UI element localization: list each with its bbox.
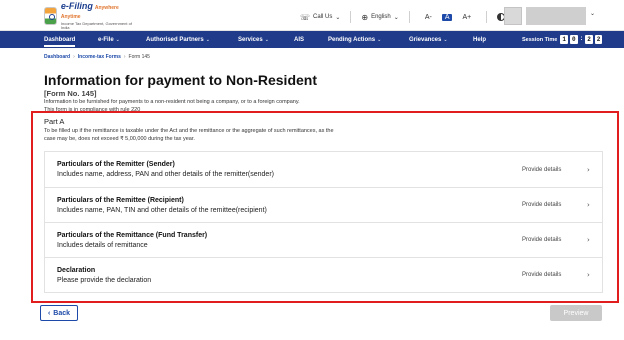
chevron-down-icon: ⌄ [335,13,341,21]
utility-bar: ☏ Call Us ⌄ ⊕ English ⌄ A- A A+ [300,9,506,25]
card-title: Particulars of the Remittee (Recipient) [57,196,184,204]
divider [408,11,410,23]
chevron-down-icon: ⌄ [115,36,120,43]
nav-label: AIS [294,36,305,43]
chevron-right-icon[interactable]: › [587,201,590,209]
session-label: Session Time [522,36,558,43]
language-label: English [371,14,391,20]
part-a-note: To be filled up if the remittance is tax… [44,128,334,134]
avatar[interactable] [504,7,522,25]
card-title: Particulars of the Remittance (Fund Tran… [57,231,208,239]
language-selector[interactable]: ⊕ English ⌄ [361,13,398,22]
breadcrumb: Dashboard › Income-tax Forms › Form 145 [44,54,150,60]
back-button[interactable]: ‹ Back [40,305,78,321]
divider [486,11,488,23]
nav-pending-actions[interactable]: Pending Actions ⌄ [328,31,381,48]
chevron-right-icon: › [123,54,126,60]
nav-efile[interactable]: e-File ⌄ [98,31,120,48]
chevron-down-icon: ⌄ [264,36,269,43]
font-decrease-button[interactable]: A- [425,14,432,21]
phone-icon: ☏ [300,12,311,22]
breadcrumb-income-tax-forms[interactable]: Income-tax Forms [78,54,121,60]
chevron-right-icon[interactable]: › [587,166,590,174]
part-a-title: Part A [44,117,65,126]
nav-label: Authorised Partners [146,36,204,43]
logo-title: e-Filing [60,1,93,11]
nav-label: Services [238,36,263,43]
remittee-card[interactable]: Particulars of the Remittee (Recipient) … [44,187,603,223]
card-title: Particulars of the Remitter (Sender) [57,161,175,168]
timer-digit: 2 [585,35,593,44]
back-label: Back [53,309,71,317]
page-description: Information to be furnished for payments… [44,99,300,105]
nav-grievances[interactable]: Grievances ⌄ [409,31,448,48]
form-number: [Form No. 145] [44,89,97,98]
chevron-down-icon[interactable]: ⌄ [590,10,595,17]
provide-details-link[interactable]: Provide details [522,237,561,243]
top-header: e-Filing Anywhere Anytime Income Tax Depa… [0,0,624,31]
call-us-button[interactable]: ☏ Call Us ⌄ [300,13,340,22]
nav-label: Dashboard [44,36,76,43]
nav-label: Pending Actions [328,36,376,43]
card-subtitle: Please provide the declaration [57,276,152,284]
card-subtitle: Includes details of remittance [57,241,148,249]
session-timer: Session Time 1 0 : 2 2 [522,31,603,48]
chevron-down-icon: ⌄ [393,13,399,21]
chevron-right-icon: › [73,54,75,60]
main-nav: Dashboard e-File ⌄ Authorised Partners ⌄ S… [0,31,624,48]
divider [350,11,352,23]
page-title: Information for payment to Non-Resident [44,72,317,88]
card-subtitle: Includes name, address, PAN and other de… [57,171,274,178]
logo-subtitle: Income Tax Department, Government of Ind… [60,21,132,30]
chevron-right-icon[interactable]: › [587,271,590,279]
provide-details-link[interactable]: Provide details [522,272,561,278]
declaration-card[interactable]: Declaration Please provide the declarati… [44,257,603,293]
provide-details-link[interactable]: Provide details [522,202,561,208]
card-title: Declaration [57,266,96,274]
nav-label: Help [473,36,487,43]
font-normal-button[interactable]: A [441,13,453,21]
remittance-card[interactable]: Particulars of the Remittance (Fund Tran… [44,222,603,258]
chevron-right-icon[interactable]: › [587,236,590,244]
globe-icon: ⊕ [361,12,369,22]
preview-button[interactable]: Preview [550,305,602,321]
nav-authorised-partners[interactable]: Authorised Partners ⌄ [146,31,210,48]
provide-details-link[interactable]: Provide details [522,167,561,173]
nav-label: Grievances [409,36,442,43]
efiling-logo[interactable]: e-Filing Anywhere Anytime Income Tax Depa… [44,2,134,30]
emblem-icon [44,7,57,25]
nav-services[interactable]: Services ⌄ [238,31,269,48]
part-a-note: case may be, does not exceed ₹ 5,00,000 … [44,136,195,142]
timer-digit: 0 [569,35,578,44]
timer-digit: 1 [560,35,568,44]
nav-dashboard[interactable]: Dashboard [44,31,76,48]
chevron-down-icon: ⌄ [205,36,210,43]
chevron-down-icon: ⌄ [443,36,448,43]
nav-help[interactable]: Help [473,31,486,48]
remitter-card[interactable]: Particulars of the Remitter (Sender) Inc… [44,151,603,188]
breadcrumb-dashboard[interactable]: Dashboard [44,54,70,60]
user-name-redacted[interactable] [526,7,586,25]
timer-digit: 2 [594,35,603,44]
chevron-left-icon: ‹ [47,309,51,317]
timer-colon: : [579,35,584,42]
breadcrumb-current: Form 145 [128,54,150,60]
chevron-down-icon: ⌄ [377,36,382,43]
card-subtitle: Includes name, PAN, TIN and other detail… [57,206,267,214]
nav-label: e-File [98,36,114,43]
call-us-label: Call Us [313,14,333,20]
nav-ais[interactable]: AIS [294,31,304,48]
font-increase-button[interactable]: A+ [462,14,471,21]
